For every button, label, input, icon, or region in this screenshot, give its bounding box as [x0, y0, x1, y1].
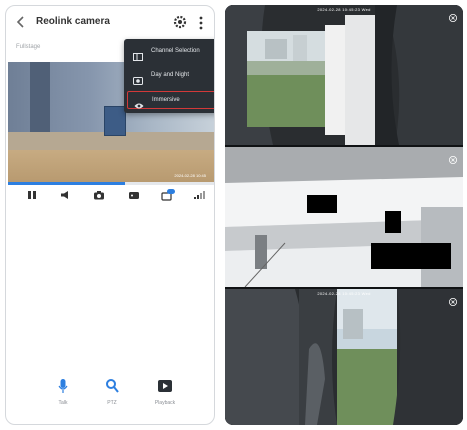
progress-bar[interactable]: [8, 182, 214, 185]
menu-item-day-and-night[interactable]: Day and Night: [127, 67, 214, 85]
menu-item-immersive[interactable]: Immersive: [127, 91, 214, 109]
redaction-box: [371, 243, 451, 269]
feed-3-scene: [225, 289, 463, 425]
close-icon[interactable]: [449, 293, 457, 306]
menu-item-label: Immersive: [152, 97, 180, 103]
feed-timestamp: 2024-02-28 10:45:23 Wed: [317, 291, 371, 296]
gear-icon[interactable]: [172, 14, 188, 30]
camera-feed-2[interactable]: [225, 147, 463, 287]
camera-icon[interactable]: [92, 189, 106, 201]
app-screen: Reolink camera Fullstage 2024-02-28 10:4…: [5, 5, 215, 425]
talk-button[interactable]: Talk: [43, 378, 83, 418]
quality-icon[interactable]: [161, 189, 175, 201]
close-icon[interactable]: [449, 9, 457, 22]
immersive-view: 2024-02-28 10:45:23 Wed 2024-02-28 10:45…: [225, 5, 463, 425]
page-title: Reolink camera: [36, 16, 110, 27]
eye-icon: [134, 97, 144, 109]
microphone-icon: [43, 378, 83, 394]
camera-feed-3[interactable]: 2024-02-28 10:45:23 Wed: [225, 289, 463, 425]
menu-item-label: Day and Night: [151, 72, 190, 78]
zoom-icon: [92, 378, 132, 394]
video-timestamp: 2024-02-28 10:45: [174, 173, 206, 178]
electrical-panel: [104, 106, 126, 136]
record-icon[interactable]: [127, 189, 141, 201]
grid-icon: [133, 48, 143, 61]
more-options-icon[interactable]: [196, 14, 206, 32]
playback-icon: [145, 378, 185, 394]
redaction-box: [307, 195, 337, 213]
redaction-box: [385, 211, 401, 233]
options-dropdown: Channel Selection Day and Night Immersiv…: [124, 39, 214, 113]
camera-feed-1[interactable]: 2024-02-28 10:45:23 Wed: [225, 5, 463, 145]
volume-icon[interactable]: [58, 189, 72, 201]
playback-label: Playback: [154, 400, 176, 406]
feed-timestamp: 2024-02-28 10:45:23 Wed: [317, 7, 371, 12]
playback-button[interactable]: Playback: [145, 378, 185, 418]
feed-1-scene: [225, 5, 463, 145]
back-icon[interactable]: [14, 15, 28, 29]
close-icon[interactable]: [449, 151, 457, 164]
ptz-button[interactable]: PTZ: [92, 378, 132, 418]
progress-fill: [8, 182, 126, 185]
pause-icon[interactable]: [25, 189, 39, 201]
talk-label: Talk: [58, 400, 68, 406]
signal-icon: [192, 189, 206, 201]
top-bar: Reolink camera: [6, 6, 214, 38]
status-text: Fullstage: [16, 44, 41, 50]
image-icon: [133, 72, 143, 85]
menu-item-channel-selection[interactable]: Channel Selection: [127, 43, 214, 61]
video-controls: [6, 189, 214, 203]
menu-item-label: Channel Selection: [151, 48, 200, 54]
ptz-label: PTZ: [107, 400, 117, 406]
